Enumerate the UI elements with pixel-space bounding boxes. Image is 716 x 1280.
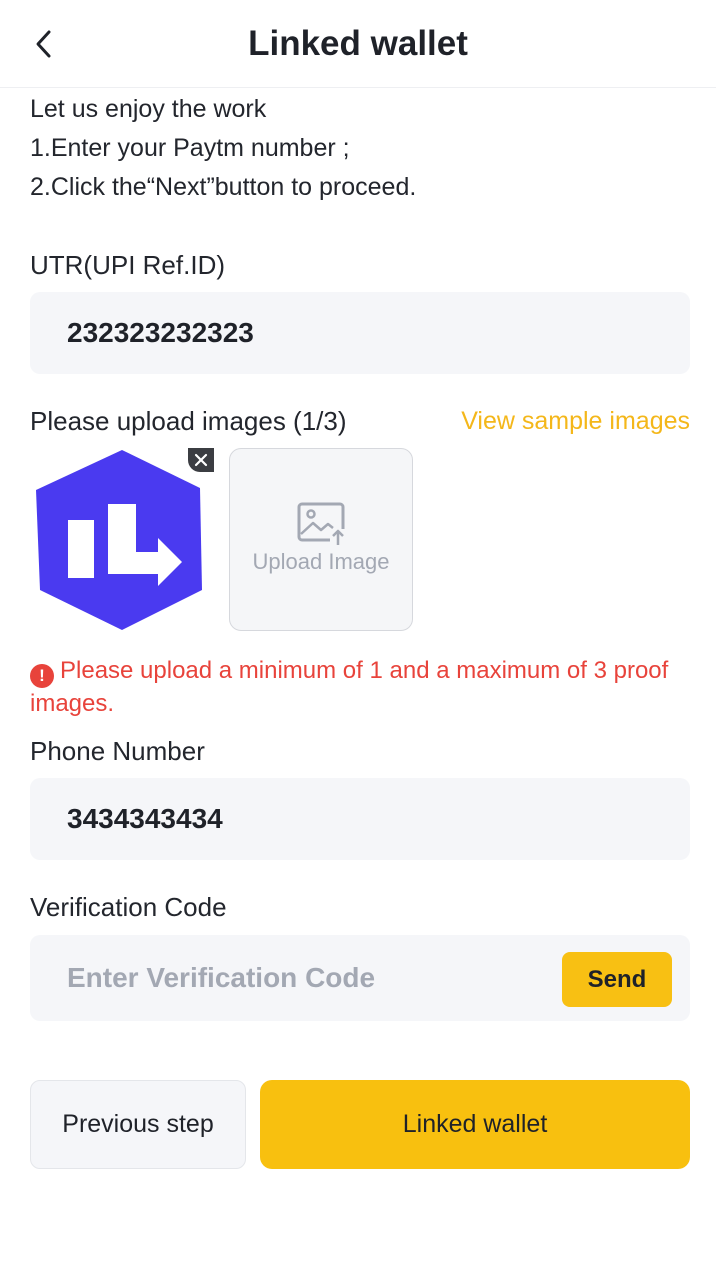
image-upload-icon <box>297 502 346 545</box>
view-sample-images-link[interactable]: View sample images <box>461 405 690 437</box>
uploaded-image-thumbnail[interactable] <box>30 448 214 632</box>
send-code-button[interactable]: Send <box>562 952 672 1007</box>
instruction-line: Let us enjoy the work <box>30 95 267 123</box>
phone-input[interactable] <box>30 778 690 860</box>
error-text: Please upload a minimum of 1 and a maxim… <box>30 657 669 717</box>
verification-field-container: Send <box>30 935 690 1021</box>
verification-label: Verification Code <box>30 892 227 922</box>
previous-step-button[interactable]: Previous step <box>30 1080 246 1169</box>
upload-image-button[interactable]: Upload Image <box>229 448 413 631</box>
remove-image-button[interactable] <box>188 448 214 472</box>
instructions: Let us enjoy the work 1.Enter your Paytm… <box>30 90 416 207</box>
upload-error-message: ! Please upload a minimum of 1 and a maxi… <box>30 655 700 719</box>
linked-wallet-button[interactable]: Linked wallet <box>260 1080 690 1169</box>
app-logo-icon <box>36 450 202 630</box>
instruction-line: 2.Click the“Next”button to proceed. <box>30 173 417 201</box>
utr-field-container <box>30 292 690 374</box>
alert-icon: ! <box>30 664 54 688</box>
page-title: Linked wallet <box>248 24 468 63</box>
phone-field-container <box>30 778 690 860</box>
phone-label: Phone Number <box>30 736 205 766</box>
verification-code-input[interactable] <box>30 935 540 1021</box>
upload-label: Please upload images (1/3) <box>30 406 347 436</box>
utr-label: UTR(UPI Ref.ID) <box>30 250 225 280</box>
header-bar: Linked wallet <box>0 0 716 88</box>
close-icon <box>194 453 208 467</box>
upload-image-label: Upload Image <box>252 549 390 574</box>
instruction-line: 1.Enter your Paytm number ; <box>30 134 350 162</box>
utr-input[interactable] <box>30 292 690 374</box>
